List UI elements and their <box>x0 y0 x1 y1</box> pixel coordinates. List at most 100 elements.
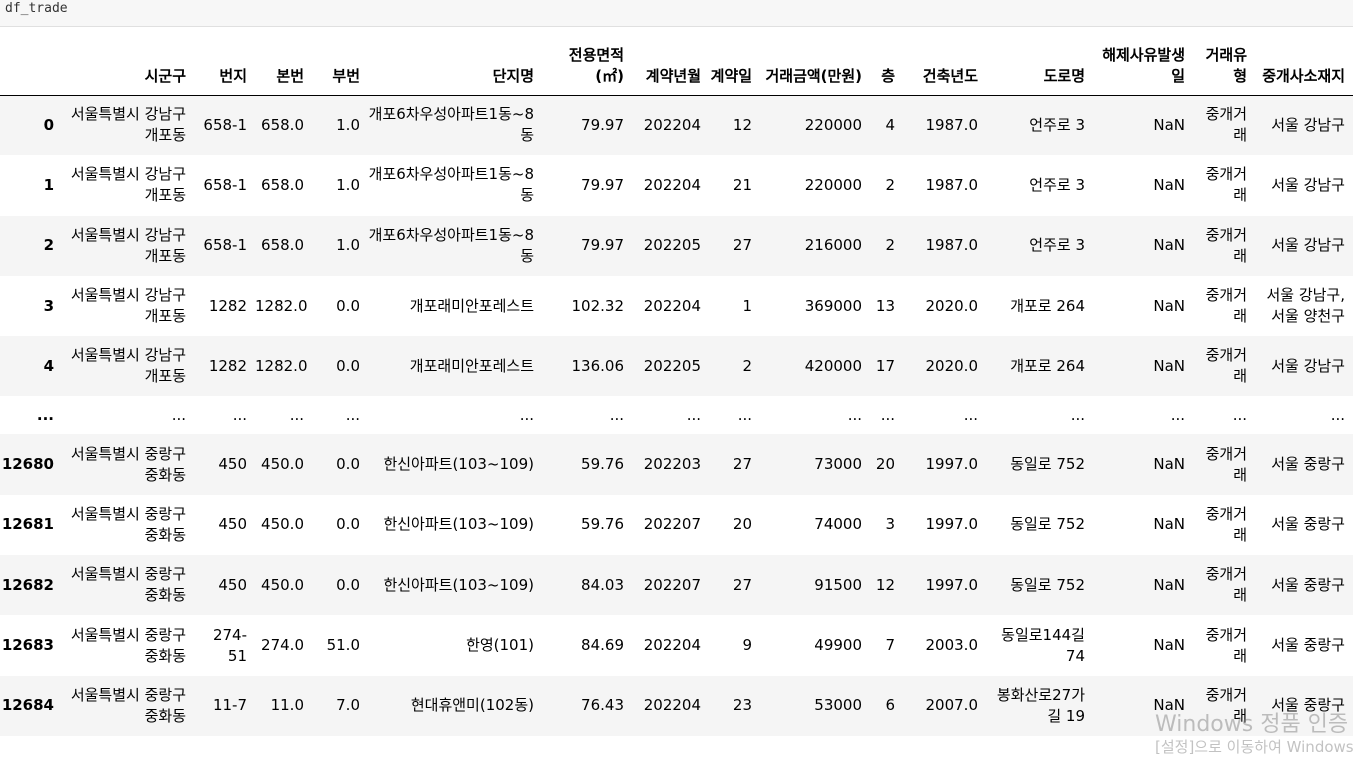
row-index: 12681 <box>1 515 54 534</box>
column-header-sigungu: 시군구 <box>62 33 194 96</box>
cell-broker-location: 서울 중랑구 <box>1271 455 1345 474</box>
table-row: 1 서울특별시 강남구 개포동 658-1 658.0 1.0 개포6차우성아파트1동~8… <box>0 155 1353 215</box>
cell-beonji: 658-1 <box>203 236 247 255</box>
cell-build-year: 2007.0 <box>925 696 979 715</box>
cell-road-name: 언주로 3 <box>1029 115 1085 134</box>
cell-complex-name: ... <box>519 405 534 424</box>
column-header-contract-day: 계약일 <box>709 33 760 96</box>
cell-build-year: 2020.0 <box>925 356 979 375</box>
ellipsis-row: ........................................… <box>0 396 1353 434</box>
cell-area: 59.76 <box>581 515 624 534</box>
cell-sigungu: 서울특별시 강남구 개포동 <box>70 346 186 386</box>
cell-broker-location: 서울 강남구 <box>1271 115 1345 134</box>
cell-complex-name: 현대휴앤미(102동) <box>410 696 534 715</box>
cell-beonji: 658-1 <box>203 115 247 134</box>
cell-bonbeon: 450.0 <box>261 455 304 474</box>
cell-cancel-date: ... <box>1170 405 1185 424</box>
cell-bonbeon: 450.0 <box>261 515 304 534</box>
cell-contract-ym: ... <box>686 405 701 424</box>
cell-contract-day: 2 <box>742 356 752 375</box>
cell-bubeon: 0.0 <box>336 455 360 474</box>
cell-area: 84.03 <box>581 575 624 594</box>
cell-floor: 6 <box>885 696 895 715</box>
cell-sigungu: 서울특별시 강남구 개포동 <box>70 105 186 145</box>
row-index: 12680 <box>1 455 54 474</box>
table-row: 2 서울특별시 강남구 개포동 658-1 658.0 1.0 개포6차우성아파트1동~8… <box>0 215 1353 276</box>
cell-sigungu: 서울특별시 중랑구 중화동 <box>70 625 186 665</box>
code-cell-input[interactable]: df_trade <box>0 0 1353 27</box>
table-row: 12680 서울특별시 중랑구 중화동 450 450.0 0.0 한신아파트(103~1… <box>0 434 1353 495</box>
cell-floor: 20 <box>875 455 895 474</box>
cell-price: 74000 <box>814 515 862 534</box>
cell-road-name: 동일로 752 <box>1010 455 1085 474</box>
cell-road-name: ... <box>1070 405 1085 424</box>
cell-bonbeon: 11.0 <box>270 696 304 715</box>
cell-sigungu: ... <box>171 405 186 424</box>
cell-build-year: 1987.0 <box>925 115 979 134</box>
cell-contract-day: 21 <box>732 175 752 194</box>
cell-cancel-date: NaN <box>1153 175 1185 194</box>
cell-contract-ym: 202204 <box>643 115 701 134</box>
cell-price: 220000 <box>804 175 862 194</box>
cell-sigungu: 서울특별시 중랑구 중화동 <box>70 444 186 484</box>
column-header-contract-ym: 계약년월 <box>632 33 709 96</box>
cell-complex-name: 한신아파트(103~109) <box>383 575 534 594</box>
table-row: 3 서울특별시 강남구 개포동 1282 1282.0 0.0 개포래미안포레스트 102.… <box>0 276 1353 336</box>
cell-bonbeon: 1282.0 <box>255 356 308 375</box>
cell-contract-day: 20 <box>732 515 752 534</box>
column-header-road-name: 도로명 <box>986 33 1093 96</box>
cell-road-name: 언주로 3 <box>1029 175 1085 194</box>
table-row: 4 서울특별시 강남구 개포동 1282 1282.0 0.0 개포래미안포레스트 136.… <box>0 336 1353 397</box>
cell-contract-day: 1 <box>742 296 752 315</box>
cell-build-year: 1997.0 <box>925 515 979 534</box>
cell-bubeon: 0.0 <box>336 296 360 315</box>
cell-build-year: ... <box>963 405 978 424</box>
cell-broker-location: 서울 강남구 <box>1271 236 1345 255</box>
cell-bubeon: 51.0 <box>326 636 360 655</box>
windows-activation-subtext: [설정]으로 이동하여 Windows를 정품 인증합니다. <box>1155 738 1353 756</box>
cell-complex-name: 한신아파트(103~109) <box>383 515 534 534</box>
cell-bonbeon: 274.0 <box>261 636 304 655</box>
cell-trade-type: 중개거래 <box>1205 105 1247 145</box>
header-row: 시군구 번지 본번 부번 단지명 전용면적(㎡) 계약년월 계약일 거래금액(만… <box>0 33 1353 96</box>
column-header-trade-type: 거래유형 <box>1193 33 1255 96</box>
cell-trade-type: 중개거래 <box>1205 225 1247 265</box>
row-index: ... <box>36 405 54 424</box>
cell-floor: 4 <box>885 115 895 134</box>
cell-beonji: 1282 <box>208 356 247 375</box>
code-text: df_trade <box>5 1 68 16</box>
cell-trade-type: 중개거래 <box>1205 346 1247 386</box>
cell-road-name: 동일로 752 <box>1010 515 1085 534</box>
cell-trade-type: 중개거래 <box>1205 444 1247 484</box>
cell-bubeon: 0.0 <box>336 356 360 375</box>
cell-price: 91500 <box>814 575 862 594</box>
cell-bubeon: ... <box>345 405 360 424</box>
cell-broker-location: 서울 강남구, 서울 양천구 <box>1266 286 1345 326</box>
cell-build-year: 2003.0 <box>925 636 979 655</box>
row-index: 4 <box>43 356 54 375</box>
cell-road-name: 동일로144길 74 <box>1001 625 1085 665</box>
cell-complex-name: 한신아파트(103~109) <box>383 455 534 474</box>
row-index: 12684 <box>1 696 54 715</box>
cell-cancel-date: NaN <box>1153 636 1185 655</box>
cell-complex-name: 한영(101) <box>466 636 534 655</box>
cell-build-year: 2020.0 <box>925 296 979 315</box>
cell-sigungu: 서울특별시 강남구 개포동 <box>70 165 186 205</box>
cell-bonbeon: 658.0 <box>261 175 304 194</box>
cell-cancel-date: NaN <box>1153 115 1185 134</box>
table-row: 12684 서울특별시 중랑구 중화동 11-7 11.0 7.0 현대휴앤미(102동)… <box>0 675 1353 736</box>
cell-contract-ym: 202204 <box>643 296 701 315</box>
cell-broker-location: ... <box>1330 405 1345 424</box>
cell-area: 79.97 <box>581 175 624 194</box>
cell-build-year: 1997.0 <box>925 575 979 594</box>
cell-floor: 2 <box>885 236 895 255</box>
cell-price: 220000 <box>804 115 862 134</box>
cell-cancel-date: NaN <box>1153 356 1185 375</box>
cell-bonbeon: 1282.0 <box>255 296 308 315</box>
cell-beonji: 450 <box>218 575 247 594</box>
cell-trade-type: 중개거래 <box>1205 165 1247 205</box>
cell-area: 84.69 <box>581 636 624 655</box>
cell-sigungu: 서울특별시 중랑구 중화동 <box>70 565 186 605</box>
windows-activation-watermark: Windows 정품 인증 <box>1155 712 1349 737</box>
dataframe-table: 시군구 번지 본번 부번 단지명 전용면적(㎡) 계약년월 계약일 거래금액(만… <box>0 33 1353 736</box>
